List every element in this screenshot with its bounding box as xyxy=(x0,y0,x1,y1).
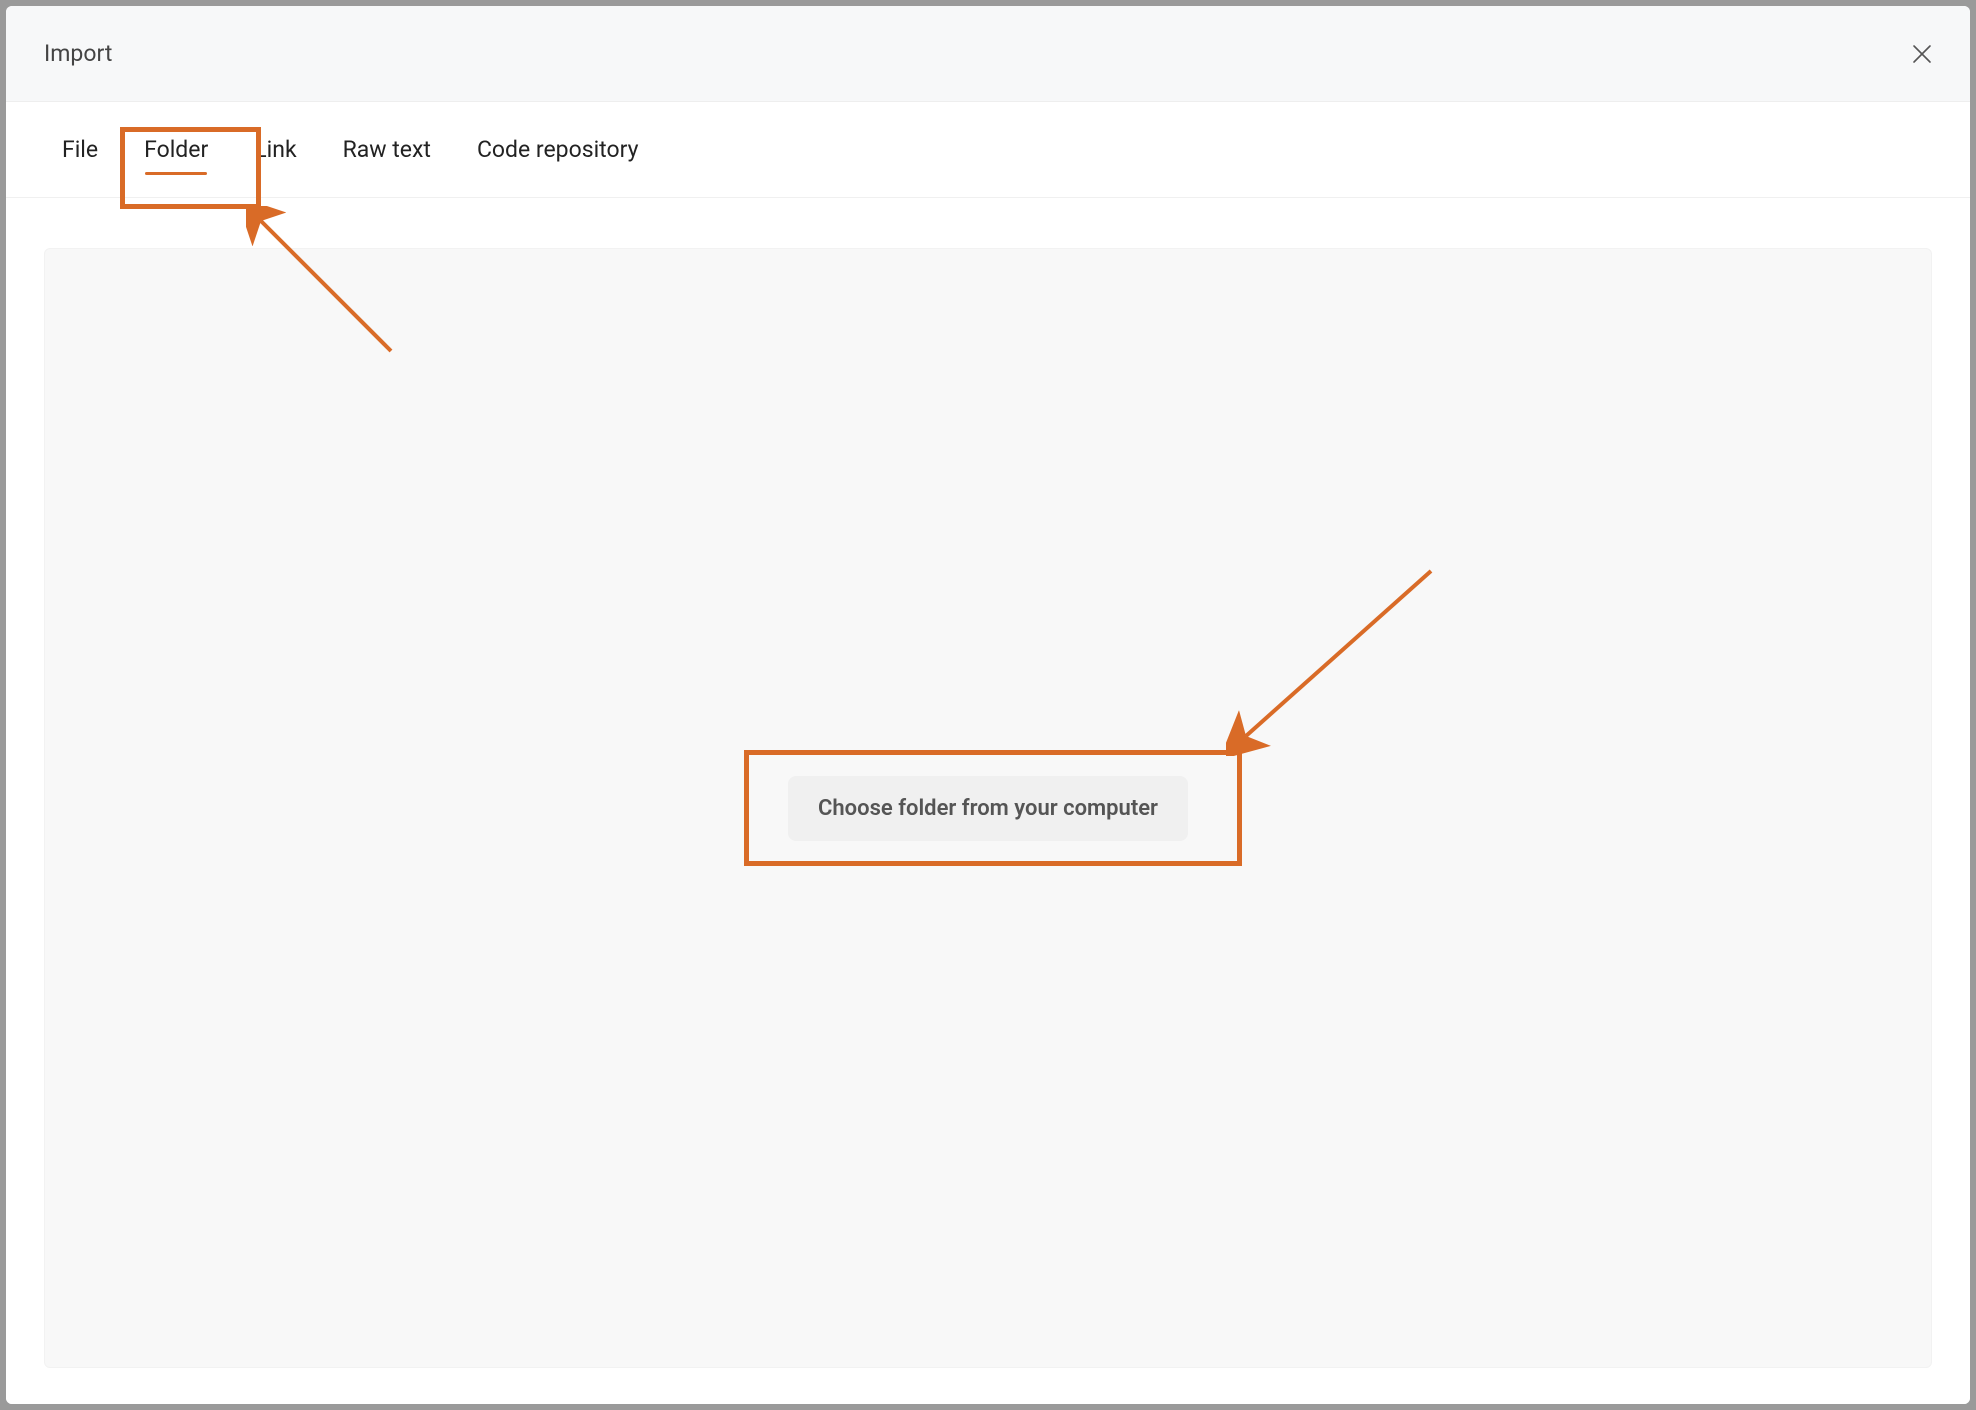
dialog-title: Import xyxy=(44,40,112,67)
tab-link[interactable]: Link xyxy=(231,102,319,197)
tab-label: Folder xyxy=(144,136,208,163)
import-dialog: Import File Folder Link Raw text Code re… xyxy=(6,6,1970,1404)
tabs: File Folder Link Raw text Code repositor… xyxy=(6,102,1970,198)
close-button[interactable] xyxy=(1908,40,1936,68)
tab-file[interactable]: File xyxy=(44,102,121,197)
dialog-body: File Folder Link Raw text Code repositor… xyxy=(6,102,1970,1404)
tab-code-repository[interactable]: Code repository xyxy=(454,102,662,197)
tab-folder[interactable]: Folder xyxy=(121,102,231,197)
tab-label: Link xyxy=(254,136,296,163)
tab-label: File xyxy=(62,136,98,163)
close-icon xyxy=(1910,42,1934,66)
content-area: Choose folder from your computer xyxy=(6,198,1970,1404)
dropzone[interactable]: Choose folder from your computer xyxy=(44,248,1932,1368)
choose-folder-button[interactable]: Choose folder from your computer xyxy=(788,776,1188,841)
tab-raw-text[interactable]: Raw text xyxy=(320,102,454,197)
dialog-header: Import xyxy=(6,6,1970,102)
tab-label: Code repository xyxy=(477,136,639,163)
tab-label: Raw text xyxy=(343,136,431,163)
